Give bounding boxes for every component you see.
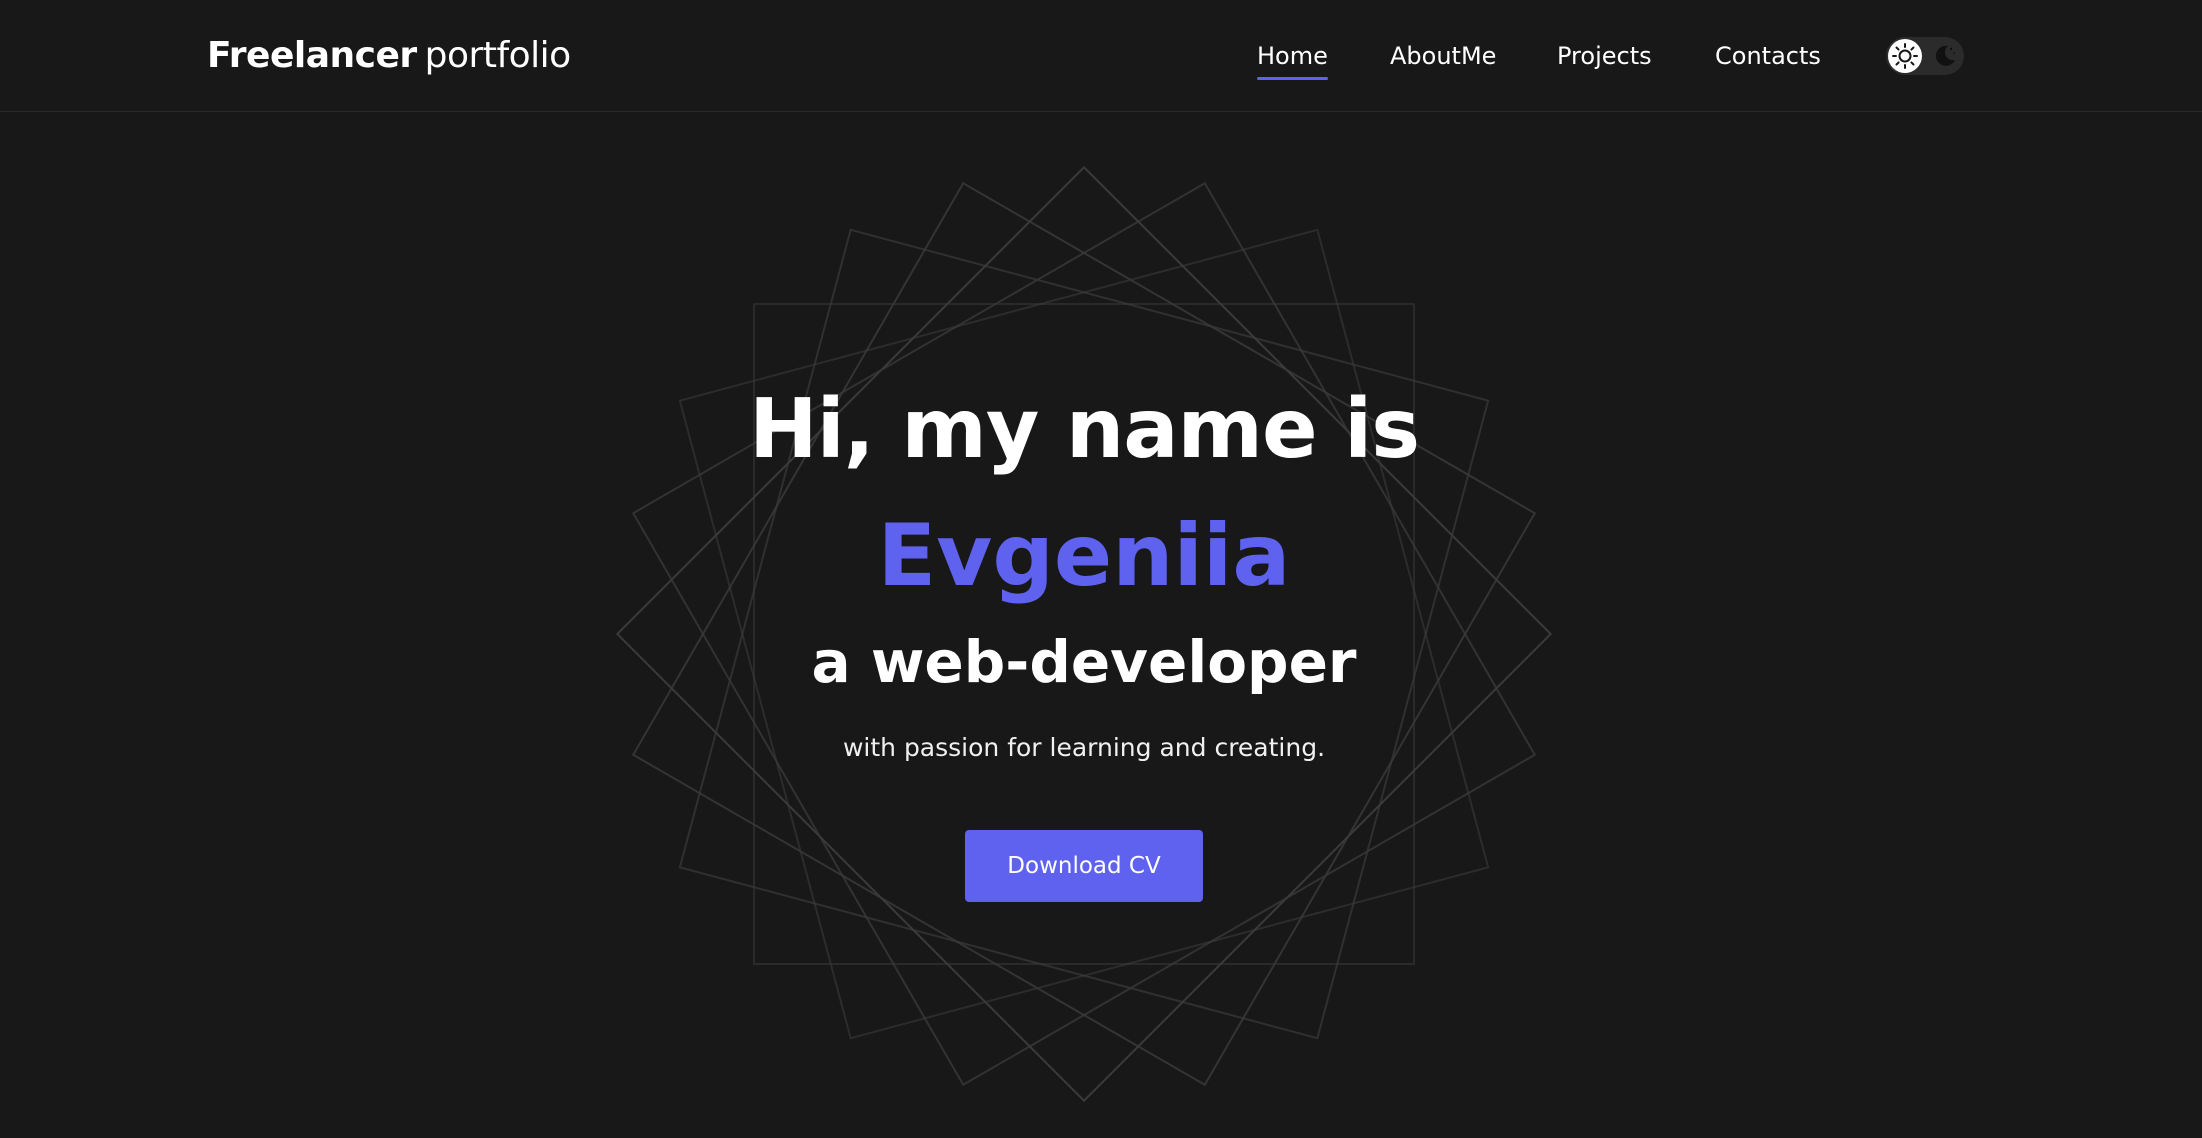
brand-logo[interactable]: Freelancer portfolio [207, 30, 571, 82]
moon-icon-wrap [1932, 43, 1958, 69]
download-cv-button[interactable]: Download CV [965, 830, 1203, 902]
brand-name-bold: Freelancer [207, 35, 417, 76]
nav-link-home[interactable]: Home [1257, 36, 1328, 80]
hero-role: a web-developer [811, 628, 1357, 696]
sun-icon [1892, 43, 1918, 69]
header: Freelancer portfolio Home AboutMe Project… [0, 0, 2202, 112]
nav-link-projects[interactable]: Projects [1557, 36, 1652, 76]
hero-section: Hi, my name is Evgeniia a web-developer … [0, 112, 2202, 1138]
hero-tagline: with passion for learning and creating. [842, 733, 1326, 762]
theme-toggle[interactable] [1886, 37, 1964, 75]
hero-name: Evgeniia [877, 506, 1291, 606]
hero-greeting: Hi, my name is [748, 382, 1420, 477]
page: Freelancer portfolio Home AboutMe Project… [0, 0, 2202, 1138]
moon-icon [1935, 45, 1955, 66]
toggle-knob [1888, 39, 1922, 73]
nav-link-aboutme[interactable]: AboutMe [1390, 36, 1496, 76]
nav-link-contacts[interactable]: Contacts [1715, 36, 1821, 76]
brand-name-light: portfolio [424, 35, 572, 76]
